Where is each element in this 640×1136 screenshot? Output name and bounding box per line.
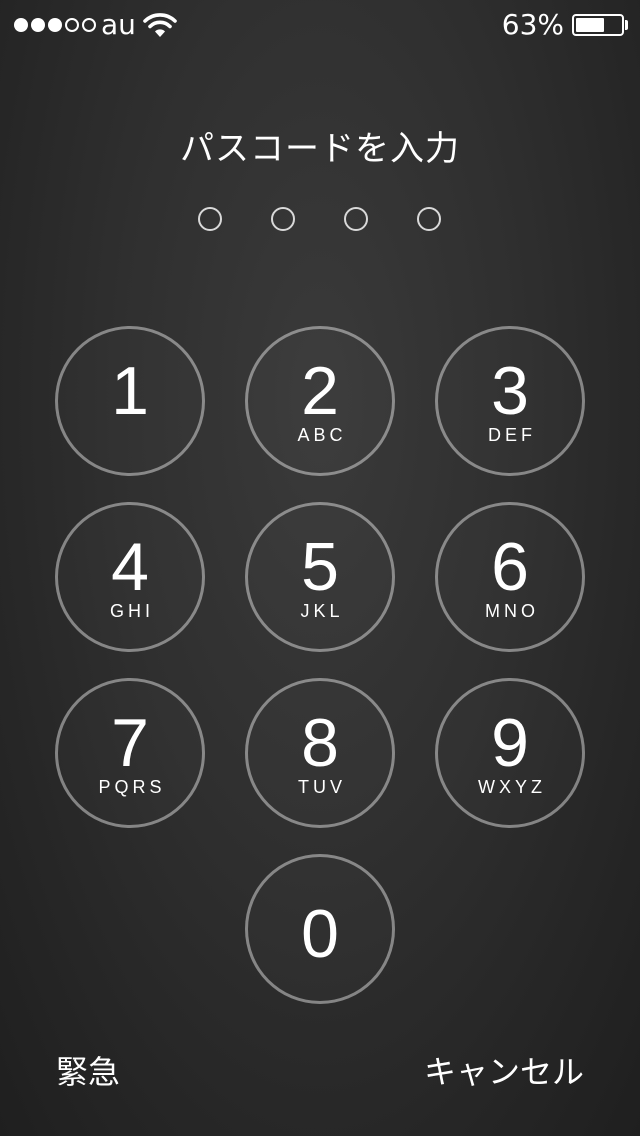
wifi-icon	[143, 13, 177, 37]
key-8[interactable]: 8 TUV	[245, 678, 395, 828]
emergency-button[interactable]: 緊急	[56, 1050, 120, 1094]
key-letters: JKL	[300, 601, 344, 621]
key-letters: WXYZ	[478, 777, 546, 797]
key-6[interactable]: 6 MNO	[435, 502, 585, 652]
key-digit: 3	[491, 353, 529, 429]
key-digit: 6	[491, 529, 529, 605]
key-digit: 9	[491, 705, 529, 781]
key-4[interactable]: 4 GHI	[55, 502, 205, 652]
battery-percentage: 63%	[501, 8, 564, 41]
key-digit: 2	[301, 353, 339, 429]
key-0[interactable]: 0	[245, 854, 395, 1004]
passcode-indicator	[198, 207, 444, 233]
battery-tip	[625, 20, 628, 30]
key-digit: 7	[111, 705, 149, 781]
status-bar: au 63%	[0, 0, 640, 48]
key-1[interactable]: 1	[55, 326, 205, 476]
signal-dot	[31, 18, 45, 32]
key-digit: 0	[301, 896, 339, 972]
key-digit: 1	[111, 353, 149, 429]
key-5[interactable]: 5 JKL	[245, 502, 395, 652]
signal-dot	[48, 18, 62, 32]
battery-fill	[576, 18, 604, 32]
passcode-dot	[198, 207, 222, 231]
key-letters: ABC	[297, 425, 347, 445]
key-digit: 4	[111, 529, 149, 605]
key-digit: 5	[301, 529, 339, 605]
key-7[interactable]: 7 PQRS	[55, 678, 205, 828]
key-letters: PQRS	[98, 777, 166, 797]
page-title: パスコードを入力	[180, 129, 460, 169]
signal-dot	[65, 18, 79, 32]
key-digit: 8	[301, 705, 339, 781]
passcode-dot	[417, 207, 441, 231]
cancel-button[interactable]: キャンセル	[424, 1050, 584, 1094]
passcode-dot	[271, 207, 295, 231]
key-2[interactable]: 2 ABC	[245, 326, 395, 476]
signal-dot	[14, 18, 28, 32]
key-letters: TUV	[298, 777, 346, 797]
key-3[interactable]: 3 DEF	[435, 326, 585, 476]
signal-dot	[82, 18, 96, 32]
carrier-name: au	[101, 8, 136, 41]
battery-icon	[572, 14, 624, 36]
passcode-dot	[344, 207, 368, 231]
key-letters: MNO	[485, 601, 539, 621]
key-letters: DEF	[488, 425, 536, 445]
key-9[interactable]: 9 WXYZ	[435, 678, 585, 828]
signal-strength-icon	[14, 17, 96, 33]
key-letters: GHI	[109, 601, 154, 621]
